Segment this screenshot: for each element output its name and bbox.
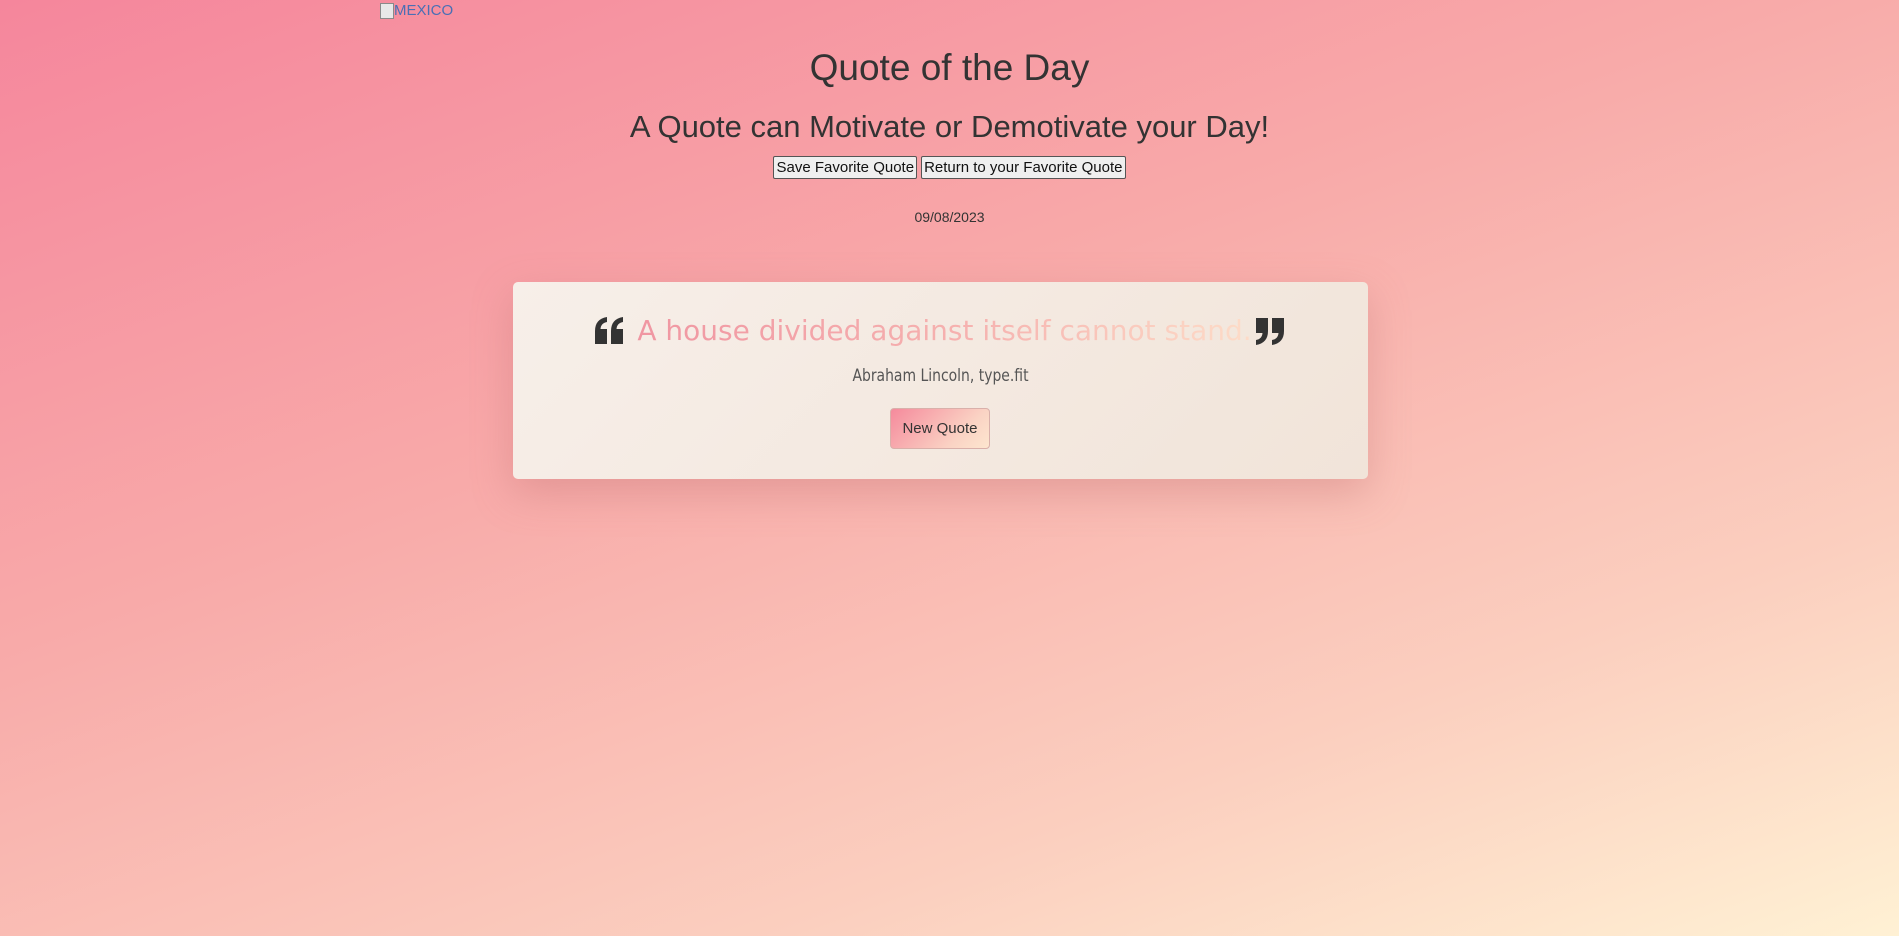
mexico-image-link[interactable]: MEXICO (380, 2, 453, 19)
new-quote-button[interactable]: New Quote (890, 408, 990, 449)
save-favorite-quote-button[interactable]: Save Favorite Quote (773, 156, 918, 179)
quote-text: A house divided against itself cannot st… (637, 314, 1252, 347)
broken-image-icon (380, 2, 394, 19)
return-favorite-quote-button[interactable]: Return to your Favorite Quote (921, 156, 1126, 179)
quote-card: A house divided against itself cannot st… (513, 282, 1368, 479)
page-subtitle: A Quote can Motivate or Demotivate your … (629, 109, 1270, 144)
mexico-image-alt-text: MEXICO (394, 2, 454, 19)
page-title: Quote of the Day (809, 47, 1090, 88)
quote-right-icon (1255, 317, 1286, 345)
current-date: 09/08/2023 (914, 209, 985, 225)
quote-line: A house divided against itself cannot st… (513, 314, 1368, 347)
favorite-actions: Save Favorite Quote Return to your Favor… (0, 156, 1899, 179)
quote-author: Abraham Lincoln, type.fit (852, 366, 1029, 386)
quote-left-icon (595, 316, 625, 345)
